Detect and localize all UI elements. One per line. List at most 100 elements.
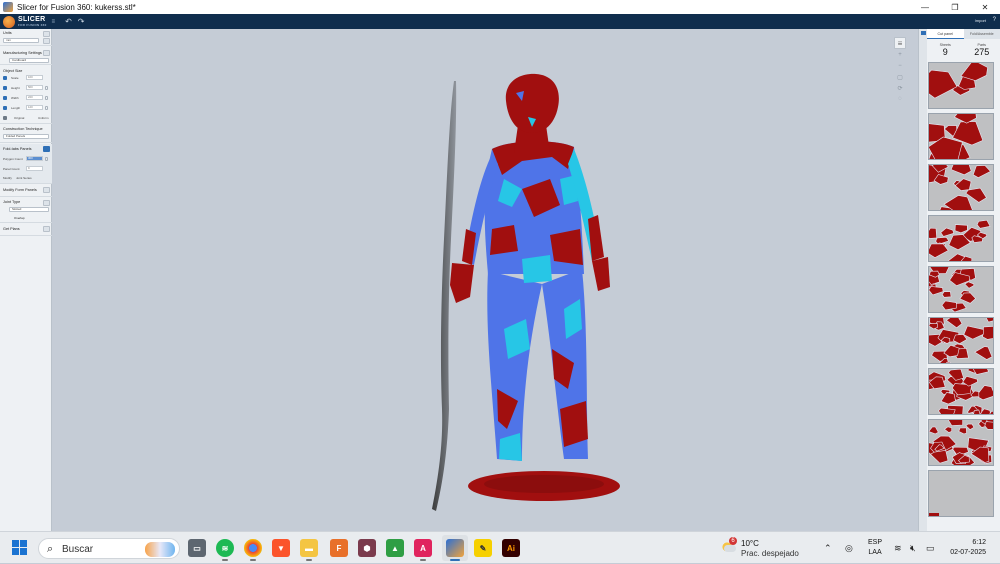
model-patch (522, 255, 552, 283)
cloud-icon (724, 545, 736, 552)
running-indicator (222, 559, 228, 561)
units-toggle-icon[interactable] (43, 38, 50, 44)
sticky-notes-icon[interactable]: ✎ (474, 539, 492, 557)
length-row: Length 120 (2, 105, 50, 111)
windows-logo-icon (20, 548, 27, 555)
autocad-icon[interactable]: A (414, 539, 432, 557)
chevron-up-icon[interactable]: ⌃ (824, 532, 832, 564)
chrome-icon[interactable] (244, 539, 262, 557)
cut-part (929, 228, 937, 238)
sheet-thumbnail[interactable] (928, 62, 994, 109)
shapes-icon[interactable] (43, 187, 50, 193)
scale-input[interactable]: 100 (26, 75, 43, 80)
length-input[interactable]: 120 (26, 105, 43, 110)
zoom-out-icon[interactable]: − (895, 63, 905, 71)
sheet-preview (929, 63, 994, 109)
height-row: Height 500 (2, 85, 50, 91)
model-viewport[interactable]: ≡ + − ▢ ⟳ ◌ (52, 29, 918, 531)
help-button[interactable]: ? (993, 17, 996, 23)
plans-panel: Cut panel Fold/Assemble Sheets 9 Parts 2… (927, 29, 1000, 531)
illustrator-icon[interactable]: Ai (502, 539, 520, 557)
hexagon-app-icon[interactable]: ⬢ (358, 539, 376, 557)
triangle-app-icon[interactable]: ▲ (386, 539, 404, 557)
view-menu-button[interactable]: ≡ (894, 37, 906, 49)
construction-section: Construction Technique Folded Panels (0, 125, 52, 143)
joint-icon[interactable] (43, 200, 50, 206)
weather-condition: Prac. despejado (741, 549, 799, 558)
get-plans-label[interactable]: Get Plans (3, 227, 20, 231)
cut-part (929, 70, 957, 98)
tab-cut-panel[interactable]: Cut panel (927, 29, 964, 39)
menu-icon[interactable]: ≡ (52, 19, 56, 25)
units-select[interactable]: mm (3, 38, 39, 43)
file-explorer-icon[interactable]: ▬ (300, 539, 318, 557)
lock-icon[interactable] (45, 86, 48, 90)
task-view-icon[interactable]: ▭ (188, 539, 206, 557)
model-left-leg (487, 271, 542, 461)
fusion-icon[interactable]: F (330, 539, 348, 557)
slicer-taskbar-icon[interactable] (446, 539, 464, 557)
import-button[interactable]: Import (975, 18, 986, 23)
construction-select[interactable]: Folded Panels (3, 134, 49, 139)
maximize-button[interactable]: ❐ (940, 0, 970, 14)
panel-count-input[interactable]: 9 (26, 166, 43, 171)
spotify-icon[interactable]: ≋ (216, 539, 234, 557)
sheet-thumbnail[interactable] (928, 419, 994, 466)
download-icon[interactable] (43, 226, 50, 232)
width-icon (3, 96, 7, 100)
minimize-button[interactable]: — (910, 0, 940, 14)
width-input[interactable]: 220 (26, 95, 43, 100)
brave-icon[interactable]: ▼ (272, 539, 290, 557)
taskbar-search[interactable]: ⌕ Buscar (38, 538, 180, 559)
camera-icon[interactable]: ◌ (895, 96, 905, 104)
manufacturing-select[interactable]: Cardboard (9, 58, 49, 63)
rotate-icon[interactable]: ⟳ (895, 85, 905, 93)
slicer-logo-icon (3, 16, 15, 28)
lock-icon[interactable] (45, 96, 48, 100)
uniform-label[interactable]: Uniform (38, 116, 49, 120)
height-input[interactable]: 500 (26, 85, 43, 90)
lock-icon[interactable] (45, 157, 48, 161)
sheet-thumbnail[interactable] (928, 470, 994, 517)
undo-button[interactable]: ↶ (65, 17, 72, 26)
running-indicator (250, 559, 256, 561)
panel-count-row: Panel Count 9 (2, 166, 50, 172)
tab-fold-assemble[interactable]: Fold/Assemble (964, 29, 1000, 39)
joint-type-select[interactable]: Slotted (9, 207, 49, 212)
wifi-icon[interactable]: ≋ (894, 532, 902, 564)
sheet-thumbnail[interactable] (928, 317, 994, 364)
collapse-icon[interactable] (921, 31, 926, 35)
battery-icon[interactable]: ▭ (926, 532, 935, 564)
help-icon[interactable] (43, 31, 50, 37)
clock-date: 02-07-2025 (950, 549, 986, 556)
windows-logo-icon (12, 540, 19, 547)
original-label[interactable]: Original (14, 116, 24, 120)
zoom-in-icon[interactable]: + (895, 52, 905, 60)
sheet-preview (929, 471, 994, 517)
cut-part (955, 225, 967, 233)
panel-divider (918, 29, 927, 531)
lock-icon[interactable] (45, 106, 48, 110)
sheet-thumbnail[interactable] (928, 113, 994, 160)
redo-button[interactable]: ↷ (78, 17, 85, 26)
gear-icon[interactable] (43, 50, 50, 56)
close-button[interactable]: ✕ (970, 0, 1000, 14)
system-clock[interactable]: 6:12 02-07-2025 (946, 538, 986, 558)
copilot-icon[interactable]: ◎ (845, 532, 853, 564)
plan-stats: Sheets 9 Parts 275 (927, 43, 1000, 61)
language-indicator[interactable]: ESP LAA (868, 538, 882, 558)
refresh-icon[interactable] (43, 146, 50, 152)
polygon-count-input[interactable]: 300 (26, 156, 43, 161)
sheets-stat: Sheets 9 (927, 43, 964, 61)
sheet-thumbnail[interactable] (928, 215, 994, 262)
panel-count-label: Panel Count (3, 167, 20, 171)
sheet-thumbnail[interactable] (928, 368, 994, 415)
windows-start-button[interactable] (12, 540, 28, 556)
sheet-thumbnail[interactable] (928, 164, 994, 211)
modify-value[interactable]: Joint Series (16, 176, 32, 180)
sheet-thumbnail[interactable] (928, 266, 994, 313)
width-row: Width 220 (2, 95, 50, 101)
fit-view-icon[interactable]: ▢ (895, 74, 905, 82)
model-render[interactable] (52, 29, 918, 531)
volume-muted-icon[interactable]: 🔇︎ (910, 532, 916, 564)
